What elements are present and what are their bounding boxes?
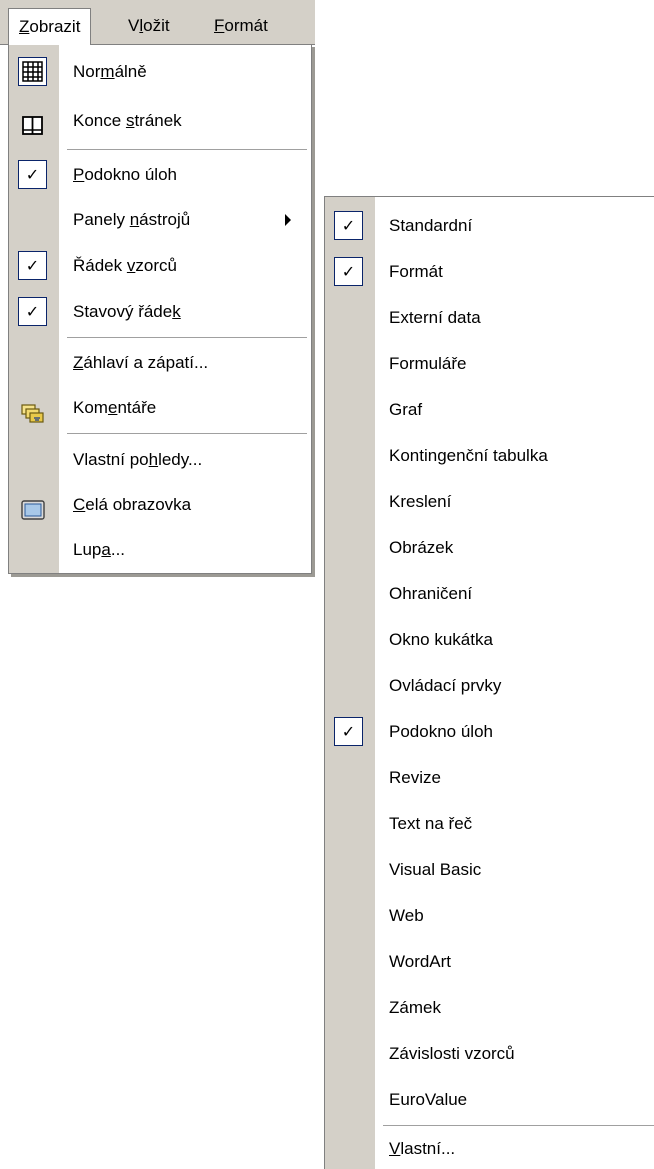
- toolbar-drawing-item[interactable]: Kreslení: [325, 479, 654, 525]
- view-custom-views-item[interactable]: Vlastní pohledy...: [9, 438, 311, 482]
- toolbar-watch-window-item[interactable]: Okno kukátka: [325, 617, 654, 663]
- checkmark-icon: ✓: [18, 251, 47, 280]
- menu-vlozit[interactable]: Vložit: [118, 8, 180, 44]
- view-task-pane-item[interactable]: ✓ Podokno úloh: [9, 153, 311, 197]
- menu-format[interactable]: Formát: [204, 8, 278, 44]
- menu-separator: [67, 337, 307, 338]
- view-formula-bar-item[interactable]: ✓ Řádek vzorců: [9, 244, 311, 288]
- view-normal-item[interactable]: Normálně: [9, 50, 311, 94]
- comments-icon: [21, 397, 45, 423]
- toolbar-format-item[interactable]: ✓ Formát: [325, 249, 654, 295]
- submenu-arrow-icon: [285, 214, 291, 226]
- toolbar-forms-item[interactable]: Formuláře: [325, 341, 654, 387]
- checkmark-icon: ✓: [334, 211, 363, 240]
- view-menu: Normálně Konce stránek ✓ Podokno úloh Pa…: [8, 44, 312, 574]
- toolbar-formula-auditing-item[interactable]: Závislosti vzorců: [325, 1031, 654, 1077]
- toolbar-controls-item[interactable]: Ovládací prvky: [325, 663, 654, 709]
- menu-zobrazit[interactable]: Zobrazit: [8, 8, 92, 45]
- toolbar-standard-item[interactable]: ✓ Standardní: [325, 203, 654, 249]
- checkmark-icon: ✓: [334, 717, 363, 746]
- toolbar-borders-item[interactable]: Ohraničení: [325, 571, 654, 617]
- view-full-screen-item[interactable]: Celá obrazovka: [9, 483, 311, 527]
- checkmark-icon: ✓: [18, 297, 47, 326]
- view-header-footer-item[interactable]: Záhlaví a zápatí...: [9, 341, 311, 385]
- toolbar-text-to-speech-item[interactable]: Text na řeč: [325, 801, 654, 847]
- toolbar-wordart-item[interactable]: WordArt: [325, 939, 654, 985]
- full-screen-icon: [21, 494, 45, 520]
- menu-bar: Zobrazit Vložit Formát: [0, 0, 315, 45]
- page-break-icon: [21, 110, 45, 135]
- toolbar-picture-item[interactable]: Obrázek: [325, 525, 654, 571]
- toolbar-eurovalue-item[interactable]: EuroValue: [325, 1077, 654, 1123]
- view-page-breaks-item[interactable]: Konce stránek: [9, 99, 311, 143]
- toolbar-task-pane-item[interactable]: ✓ Podokno úloh: [325, 709, 654, 755]
- toolbar-customize-item[interactable]: Vlastní...: [325, 1127, 654, 1169]
- toolbar-web-item[interactable]: Web: [325, 893, 654, 939]
- checkmark-icon: ✓: [18, 160, 47, 189]
- toolbar-protection-item[interactable]: Zámek: [325, 985, 654, 1031]
- view-comments-item[interactable]: Komentáře: [9, 386, 311, 430]
- menu-separator: [67, 149, 307, 150]
- toolbar-pivot-table-item[interactable]: Kontingenční tabulka: [325, 433, 654, 479]
- toolbar-reviewing-item[interactable]: Revize: [325, 755, 654, 801]
- checkmark-icon: ✓: [334, 257, 363, 286]
- menu-separator: [67, 433, 307, 434]
- toolbar-visual-basic-item[interactable]: Visual Basic: [325, 847, 654, 893]
- normal-view-icon: [18, 57, 47, 86]
- toolbar-chart-item[interactable]: Graf: [325, 387, 654, 433]
- toolbar-external-data-item[interactable]: Externí data: [325, 295, 654, 341]
- toolbars-submenu: ✓ Standardní ✓ Formát Externí data Formu…: [324, 196, 654, 1169]
- view-zoom-item[interactable]: Lupa...: [9, 528, 311, 572]
- view-toolbars-item[interactable]: Panely nástrojů: [9, 198, 311, 242]
- menu-separator: [383, 1125, 654, 1126]
- view-status-bar-item[interactable]: ✓ Stavový řádek: [9, 290, 311, 334]
